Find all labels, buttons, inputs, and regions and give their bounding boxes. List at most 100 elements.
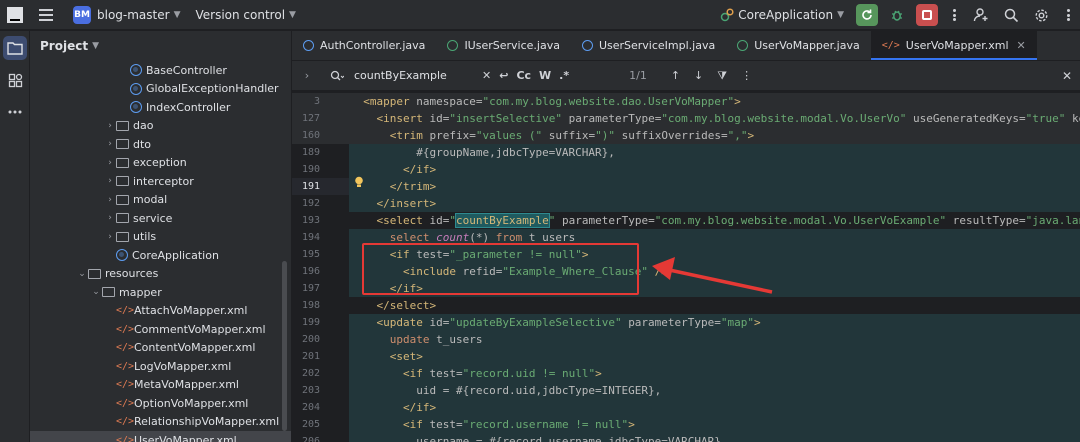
code-token: t_users xyxy=(436,333,483,346)
whole-words-toggle[interactable]: W xyxy=(539,69,551,82)
class-icon xyxy=(303,40,314,51)
expand-arrow-icon[interactable]: › xyxy=(104,176,116,186)
ide-logo-icon[interactable] xyxy=(7,6,23,23)
tree-item[interactable]: › exception xyxy=(30,154,291,173)
tree-item[interactable]: </> MetaVoMapper.xml xyxy=(30,376,291,395)
more-tools-button[interactable] xyxy=(3,100,27,124)
editor-tab[interactable]: UserServiceImpl.java xyxy=(571,31,726,60)
undo-icon[interactable]: ↩ xyxy=(499,69,508,82)
new-line-icon[interactable]: ✕ xyxy=(482,69,491,82)
line-number: 202 xyxy=(301,368,320,379)
expand-arrow-icon[interactable]: › xyxy=(104,121,116,131)
expand-arrow-icon[interactable]: › xyxy=(104,158,116,168)
code-line[interactable]: 189 #{groupName,jdbcType=VARCHAR}, xyxy=(292,144,1080,161)
tree-item[interactable]: BaseController xyxy=(30,61,291,80)
rerun-button[interactable] xyxy=(856,4,878,26)
tree-item[interactable]: › dao xyxy=(30,117,291,136)
code-line[interactable]: 191 </trim> xyxy=(292,178,1080,195)
settings-button[interactable] xyxy=(1030,4,1052,26)
line-number: 204 xyxy=(301,402,320,413)
expand-arrow-icon[interactable]: › xyxy=(104,232,116,242)
tree-item[interactable]: › interceptor xyxy=(30,172,291,191)
code-token: "com.my.blog.website.modal.Vo.UserVoExam… xyxy=(654,214,947,227)
code-line[interactable]: 190 </if> xyxy=(292,161,1080,178)
lightbulb-icon[interactable] xyxy=(354,176,364,188)
filter-icon[interactable]: ⧩ xyxy=(717,69,727,83)
code-line[interactable]: 193 <select id="countByExample" paramete… xyxy=(292,212,1080,229)
code-line[interactable]: 199 <update id="updateByExampleSelective… xyxy=(292,314,1080,331)
tree-item[interactable]: GlobalExceptionHandler xyxy=(30,80,291,99)
class-icon xyxy=(116,249,128,262)
tree-item[interactable]: › service xyxy=(30,209,291,228)
structure-icon xyxy=(8,73,22,87)
tree-item[interactable]: ⌄ resources xyxy=(30,265,291,284)
editor-tab[interactable]: IUserService.java xyxy=(436,31,571,60)
code-line[interactable]: 200 update t_users xyxy=(292,331,1080,348)
code-token: insert xyxy=(389,197,430,210)
close-find-icon[interactable]: ✕ xyxy=(1062,69,1072,83)
project-panel-header[interactable]: Project ▼ xyxy=(30,31,291,61)
code-token: prefix xyxy=(429,129,470,142)
expand-arrow-icon[interactable]: › xyxy=(104,195,116,205)
more-menu-icon[interactable] xyxy=(1066,9,1070,21)
code-line[interactable]: 3 <mapper namespace="com.my.blog.website… xyxy=(292,93,1080,110)
next-match-icon[interactable]: ↓ xyxy=(694,69,703,83)
stop-button[interactable] xyxy=(916,4,938,26)
code-line[interactable]: 206 username = #{record.username,jdbcTyp… xyxy=(292,433,1080,442)
main-menu-icon[interactable] xyxy=(39,8,53,21)
title-bar: BM blog-master ▼ Version control ▼ CoreA… xyxy=(0,0,1080,30)
tree-item[interactable]: </> ContentVoMapper.xml xyxy=(30,339,291,358)
code-line[interactable]: 203 uid = #{record.uid,jdbcType=INTEGER}… xyxy=(292,382,1080,399)
tree-item[interactable]: › dto xyxy=(30,135,291,154)
code-line[interactable]: 204 </if> xyxy=(292,399,1080,416)
code-line[interactable]: 198 </select> xyxy=(292,297,1080,314)
tree-item[interactable]: </> UserVoMapper.xml xyxy=(30,431,291,442)
tree-item[interactable]: › modal xyxy=(30,191,291,210)
find-input[interactable]: countByExample xyxy=(354,69,474,82)
editor-tab[interactable]: AuthController.java xyxy=(292,31,436,60)
code-line[interactable]: 205 <if test="record.username != null"> xyxy=(292,416,1080,433)
tree-item[interactable]: ⌄ mapper xyxy=(30,283,291,302)
project-scrollbar[interactable] xyxy=(282,261,287,431)
tree-item[interactable]: </> OptionVoMapper.xml xyxy=(30,394,291,413)
code-token: id xyxy=(429,214,443,227)
code-line[interactable]: 192 </insert> xyxy=(292,195,1080,212)
debug-button[interactable] xyxy=(886,4,908,26)
project-selector[interactable]: BM blog-master ▼ xyxy=(73,5,180,24)
tree-item[interactable]: </> CommentVoMapper.xml xyxy=(30,320,291,339)
code-line[interactable]: 127 <insert id="insertSelective" paramet… xyxy=(292,110,1080,127)
close-tab-icon[interactable]: ✕ xyxy=(1017,39,1026,52)
tree-item[interactable]: › utils xyxy=(30,228,291,247)
project-tool-button[interactable] xyxy=(3,36,27,60)
tree-item[interactable]: </> RelationshipVoMapper.xml xyxy=(30,413,291,432)
expand-replace-icon[interactable]: › xyxy=(296,69,318,82)
find-search-field[interactable]: countByExample xyxy=(330,69,474,82)
expand-arrow-icon[interactable]: ⌄ xyxy=(76,269,88,279)
folder-icon xyxy=(88,268,101,279)
tree-item[interactable]: CoreApplication xyxy=(30,246,291,265)
xml-file-icon: </> xyxy=(881,40,900,51)
code-line[interactable]: 201 <set> xyxy=(292,348,1080,365)
regex-toggle[interactable]: .* xyxy=(559,69,569,82)
more-actions-icon[interactable] xyxy=(952,9,956,21)
code-token: "," xyxy=(727,129,748,142)
expand-arrow-icon[interactable]: › xyxy=(104,213,116,223)
find-options-icon[interactable]: ⋮ xyxy=(741,69,752,83)
editor-tab[interactable]: UserVoMapper.java xyxy=(726,31,871,60)
search-button[interactable] xyxy=(1000,4,1022,26)
code-line[interactable]: 160 <trim prefix="values (" suffix=")" s… xyxy=(292,127,1080,144)
tree-item[interactable]: </> AttachVoMapper.xml xyxy=(30,302,291,321)
tree-item[interactable]: IndexController xyxy=(30,98,291,117)
vcs-selector[interactable]: Version control ▼ xyxy=(195,8,295,22)
structure-tool-button[interactable] xyxy=(3,68,27,92)
add-user-button[interactable] xyxy=(970,4,992,26)
run-config-selector[interactable]: CoreApplication ▼ xyxy=(720,8,844,22)
expand-arrow-icon[interactable]: › xyxy=(104,139,116,149)
expand-arrow-icon[interactable]: ⌄ xyxy=(90,287,102,297)
tree-item[interactable]: </> LogVoMapper.xml xyxy=(30,357,291,376)
editor-tab[interactable]: </> UserVoMapper.xml ✕ xyxy=(870,31,1037,60)
match-case-toggle[interactable]: Cc xyxy=(516,69,531,82)
search-history-icon[interactable] xyxy=(330,70,344,82)
code-line[interactable]: 202 <if test="record.uid != null"> xyxy=(292,365,1080,382)
previous-match-icon[interactable]: ↑ xyxy=(671,69,680,83)
